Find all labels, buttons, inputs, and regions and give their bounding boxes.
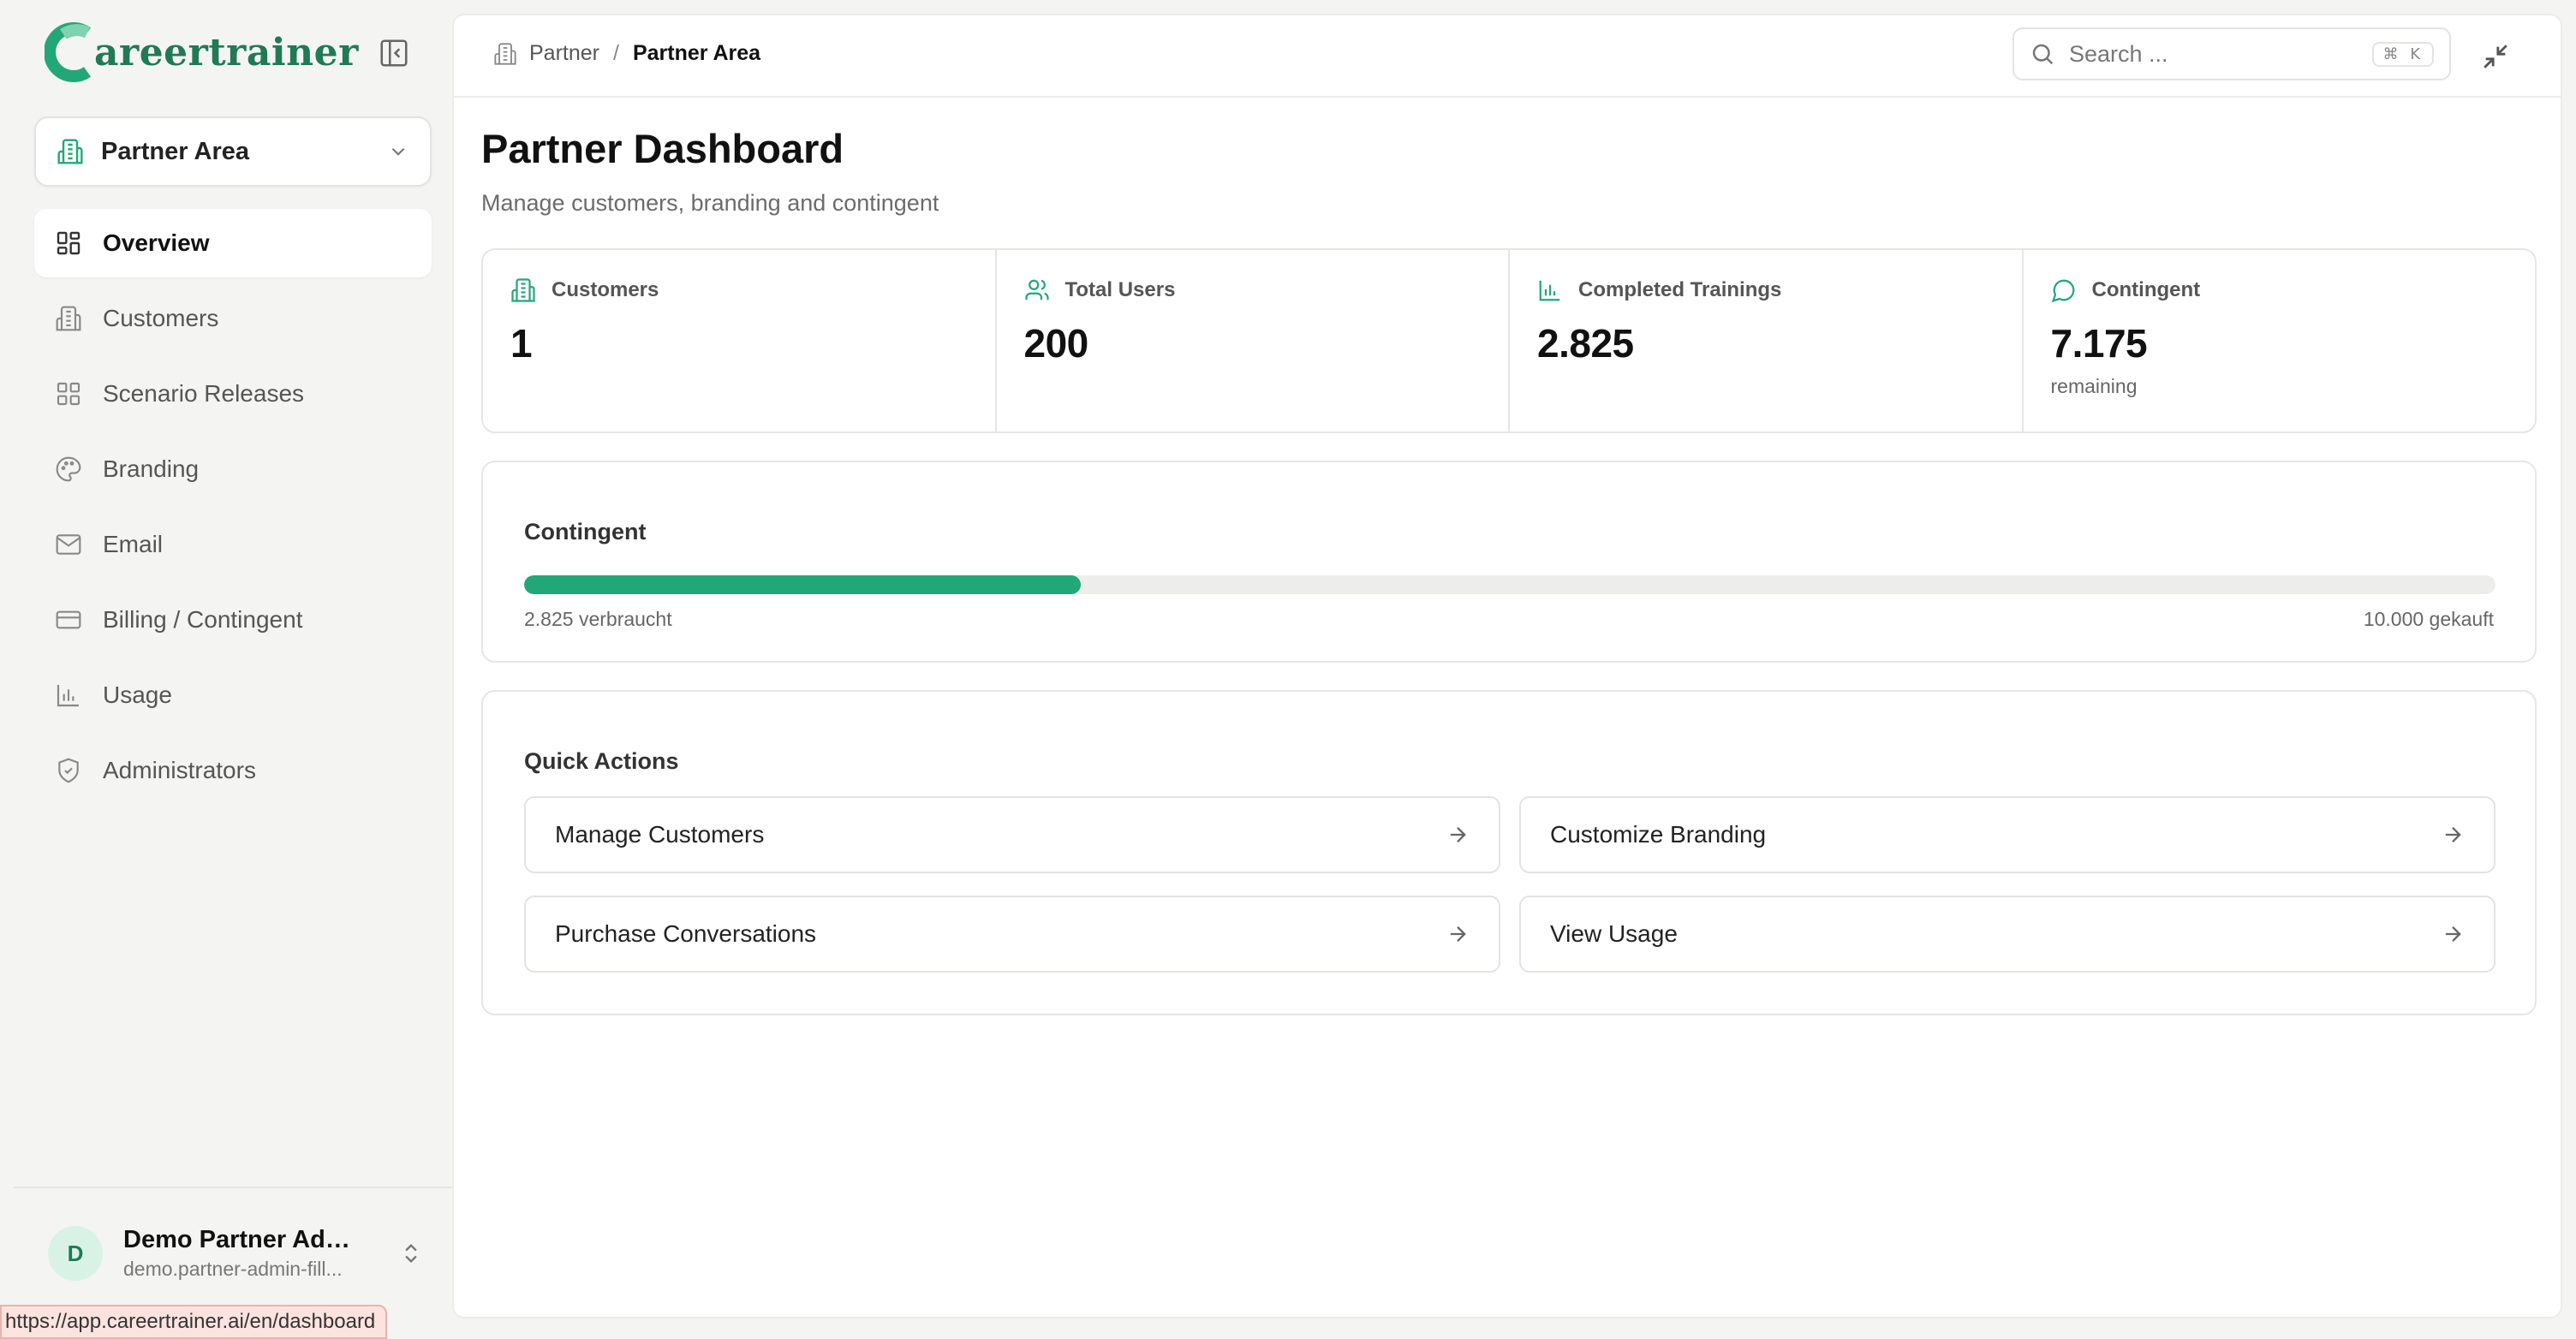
building-icon (56, 306, 81, 331)
breadcrumb: Partner / Partner Area (493, 41, 760, 66)
chevron-down-icon (391, 147, 405, 156)
palette-icon (56, 456, 81, 482)
stat-total-users: Total Users 200 (997, 250, 1510, 431)
users-icon (1024, 279, 1049, 301)
stat-completed-trainings: Completed Trainings 2.825 (1510, 250, 2024, 431)
sidebar-item-label: Usage (103, 681, 172, 708)
status-bar-url: https://app.careertrainer.ai/en/dashboar… (0, 1305, 388, 1339)
credit-card-icon (56, 610, 81, 629)
bar-chart-icon (57, 685, 79, 707)
manage-customers-button[interactable]: Manage Customers (524, 796, 1500, 873)
user-info: Demo Partner Admi... demo.partner-admin-… (123, 1226, 372, 1281)
stat-label: Contingent (2091, 278, 2201, 301)
page-subtitle: Manage customers, branding and contingen… (481, 190, 939, 216)
building-icon (511, 278, 535, 302)
contingent-progress-fill (524, 575, 1082, 594)
sidebar-item-branding[interactable]: Branding (34, 435, 432, 503)
sidebar-toggle-button[interactable] (373, 34, 414, 72)
sidebar-item-label: Customers (103, 305, 219, 331)
stat-value: 200 (1023, 321, 1089, 366)
logo-text: areertrainer (94, 30, 359, 74)
quick-action-label: Customize Branding (1550, 821, 1767, 848)
search-icon (2032, 44, 2054, 65)
contingent-used-label: 2.825 verbraucht (524, 608, 672, 630)
quick-action-label: Manage Customers (555, 821, 765, 848)
stat-value: 2.825 (1537, 321, 1634, 366)
arrow-right-icon (2445, 827, 2461, 842)
user-name: Demo Partner Admi... (123, 1226, 372, 1253)
contingent-bought-label: 10.000 gekauft (2363, 608, 2494, 630)
sidebar-nav: Overview Customers Scenario Releases Bra… (34, 209, 432, 812)
view-usage-button[interactable]: View Usage (1519, 896, 2496, 973)
breadcrumb-link-partner[interactable]: Partner (529, 41, 599, 66)
contingent-title: Contingent (524, 519, 647, 545)
mail-icon (56, 534, 81, 555)
grid-icon (57, 382, 80, 406)
chevrons-up-down-icon (405, 1244, 417, 1263)
stat-value: 7.175 (2050, 321, 2148, 366)
quick-actions-title: Quick Actions (524, 748, 679, 774)
bar-chart-icon (1539, 280, 1560, 301)
grid-icon (57, 231, 80, 255)
breadcrumb-separator: / (612, 41, 619, 65)
main-content: Partner / Partner Area Search ... ⌘ K Pa… (452, 14, 2562, 1318)
sidebar-item-label: Email (103, 531, 164, 557)
customize-branding-button[interactable]: Customize Branding (1519, 796, 2496, 873)
avatar: D (48, 1226, 103, 1281)
message-circle-icon (2051, 279, 2074, 303)
sidebar-item-label: Branding (103, 455, 200, 482)
area-select-dropdown[interactable]: Partner Area (34, 116, 432, 187)
sidebar-divider (14, 1187, 452, 1188)
shield-icon (58, 758, 79, 783)
purchase-conversations-button[interactable]: Purchase Conversations (524, 896, 1500, 973)
arrow-right-icon (2445, 926, 2461, 942)
sidebar-item-label: Scenario Releases (103, 380, 305, 407)
sidebar-collapse-icon (380, 39, 408, 67)
sidebar-item-billing[interactable]: Billing / Contingent (34, 586, 432, 654)
top-bar: Partner / Partner Area Search ... ⌘ K (454, 15, 2561, 98)
sidebar-item-label: Billing / Contingent (103, 606, 303, 633)
stat-note: remaining (2050, 375, 2138, 397)
quick-action-label: View Usage (1550, 920, 1678, 947)
area-select-label: Partner Area (101, 137, 250, 165)
sidebar-item-label: Administrators (103, 757, 256, 783)
search-placeholder: Search ... (2069, 40, 2168, 67)
quick-actions-card: Quick Actions Manage Customers Customize… (481, 690, 2537, 1015)
arrow-right-icon (1450, 926, 1466, 942)
search-input[interactable]: Search ... ⌘ K (2012, 27, 2451, 80)
user-menu[interactable]: D Demo Partner Admi... demo.partner-admi… (34, 1212, 432, 1294)
sidebar-item-email[interactable]: Email (34, 510, 432, 579)
user-email: demo.partner-admin-fill... (123, 1258, 343, 1280)
stat-contingent: Contingent 7.175 remaining (2024, 250, 2536, 431)
building-icon (494, 42, 516, 65)
logo-c-mark (45, 22, 91, 82)
stat-label: Customers (552, 278, 659, 301)
breadcrumb-current: Partner Area (632, 41, 761, 65)
arrow-right-icon (1450, 827, 1466, 842)
contingent-progress-bar (524, 575, 2496, 594)
app-root: areertrainer Partner Area Overview Custo… (0, 0, 2576, 1339)
logo[interactable]: areertrainer (45, 22, 359, 82)
building-icon (57, 139, 83, 164)
page-title: Partner Dashboard (481, 126, 844, 171)
stat-label: Total Users (1064, 278, 1176, 301)
quick-action-label: Purchase Conversations (555, 920, 817, 947)
sidebar-item-administrators[interactable]: Administrators (34, 736, 432, 805)
stats-panel: Customers 1 Total Users 200 Completed Tr… (481, 248, 2537, 433)
minimize-icon (2484, 45, 2507, 68)
sidebar-item-customers[interactable]: Customers (34, 284, 432, 353)
sidebar-item-label: Overview (103, 229, 210, 256)
sidebar-item-overview[interactable]: Overview (34, 209, 432, 277)
stat-customers: Customers 1 (483, 250, 997, 431)
sidebar-item-scenario-releases[interactable]: Scenario Releases (34, 360, 432, 428)
contingent-card: Contingent 2.825 verbraucht 10.000 gekau… (481, 461, 2537, 663)
search-shortcut-badge: ⌘ K (2372, 41, 2434, 67)
sidebar: areertrainer Partner Area Overview Custo… (0, 0, 452, 1339)
stat-label: Completed Trainings (1578, 278, 1782, 301)
minimize-view-button[interactable] (2475, 36, 2516, 77)
stat-value: 1 (510, 321, 533, 366)
sidebar-item-usage[interactable]: Usage (34, 661, 432, 729)
